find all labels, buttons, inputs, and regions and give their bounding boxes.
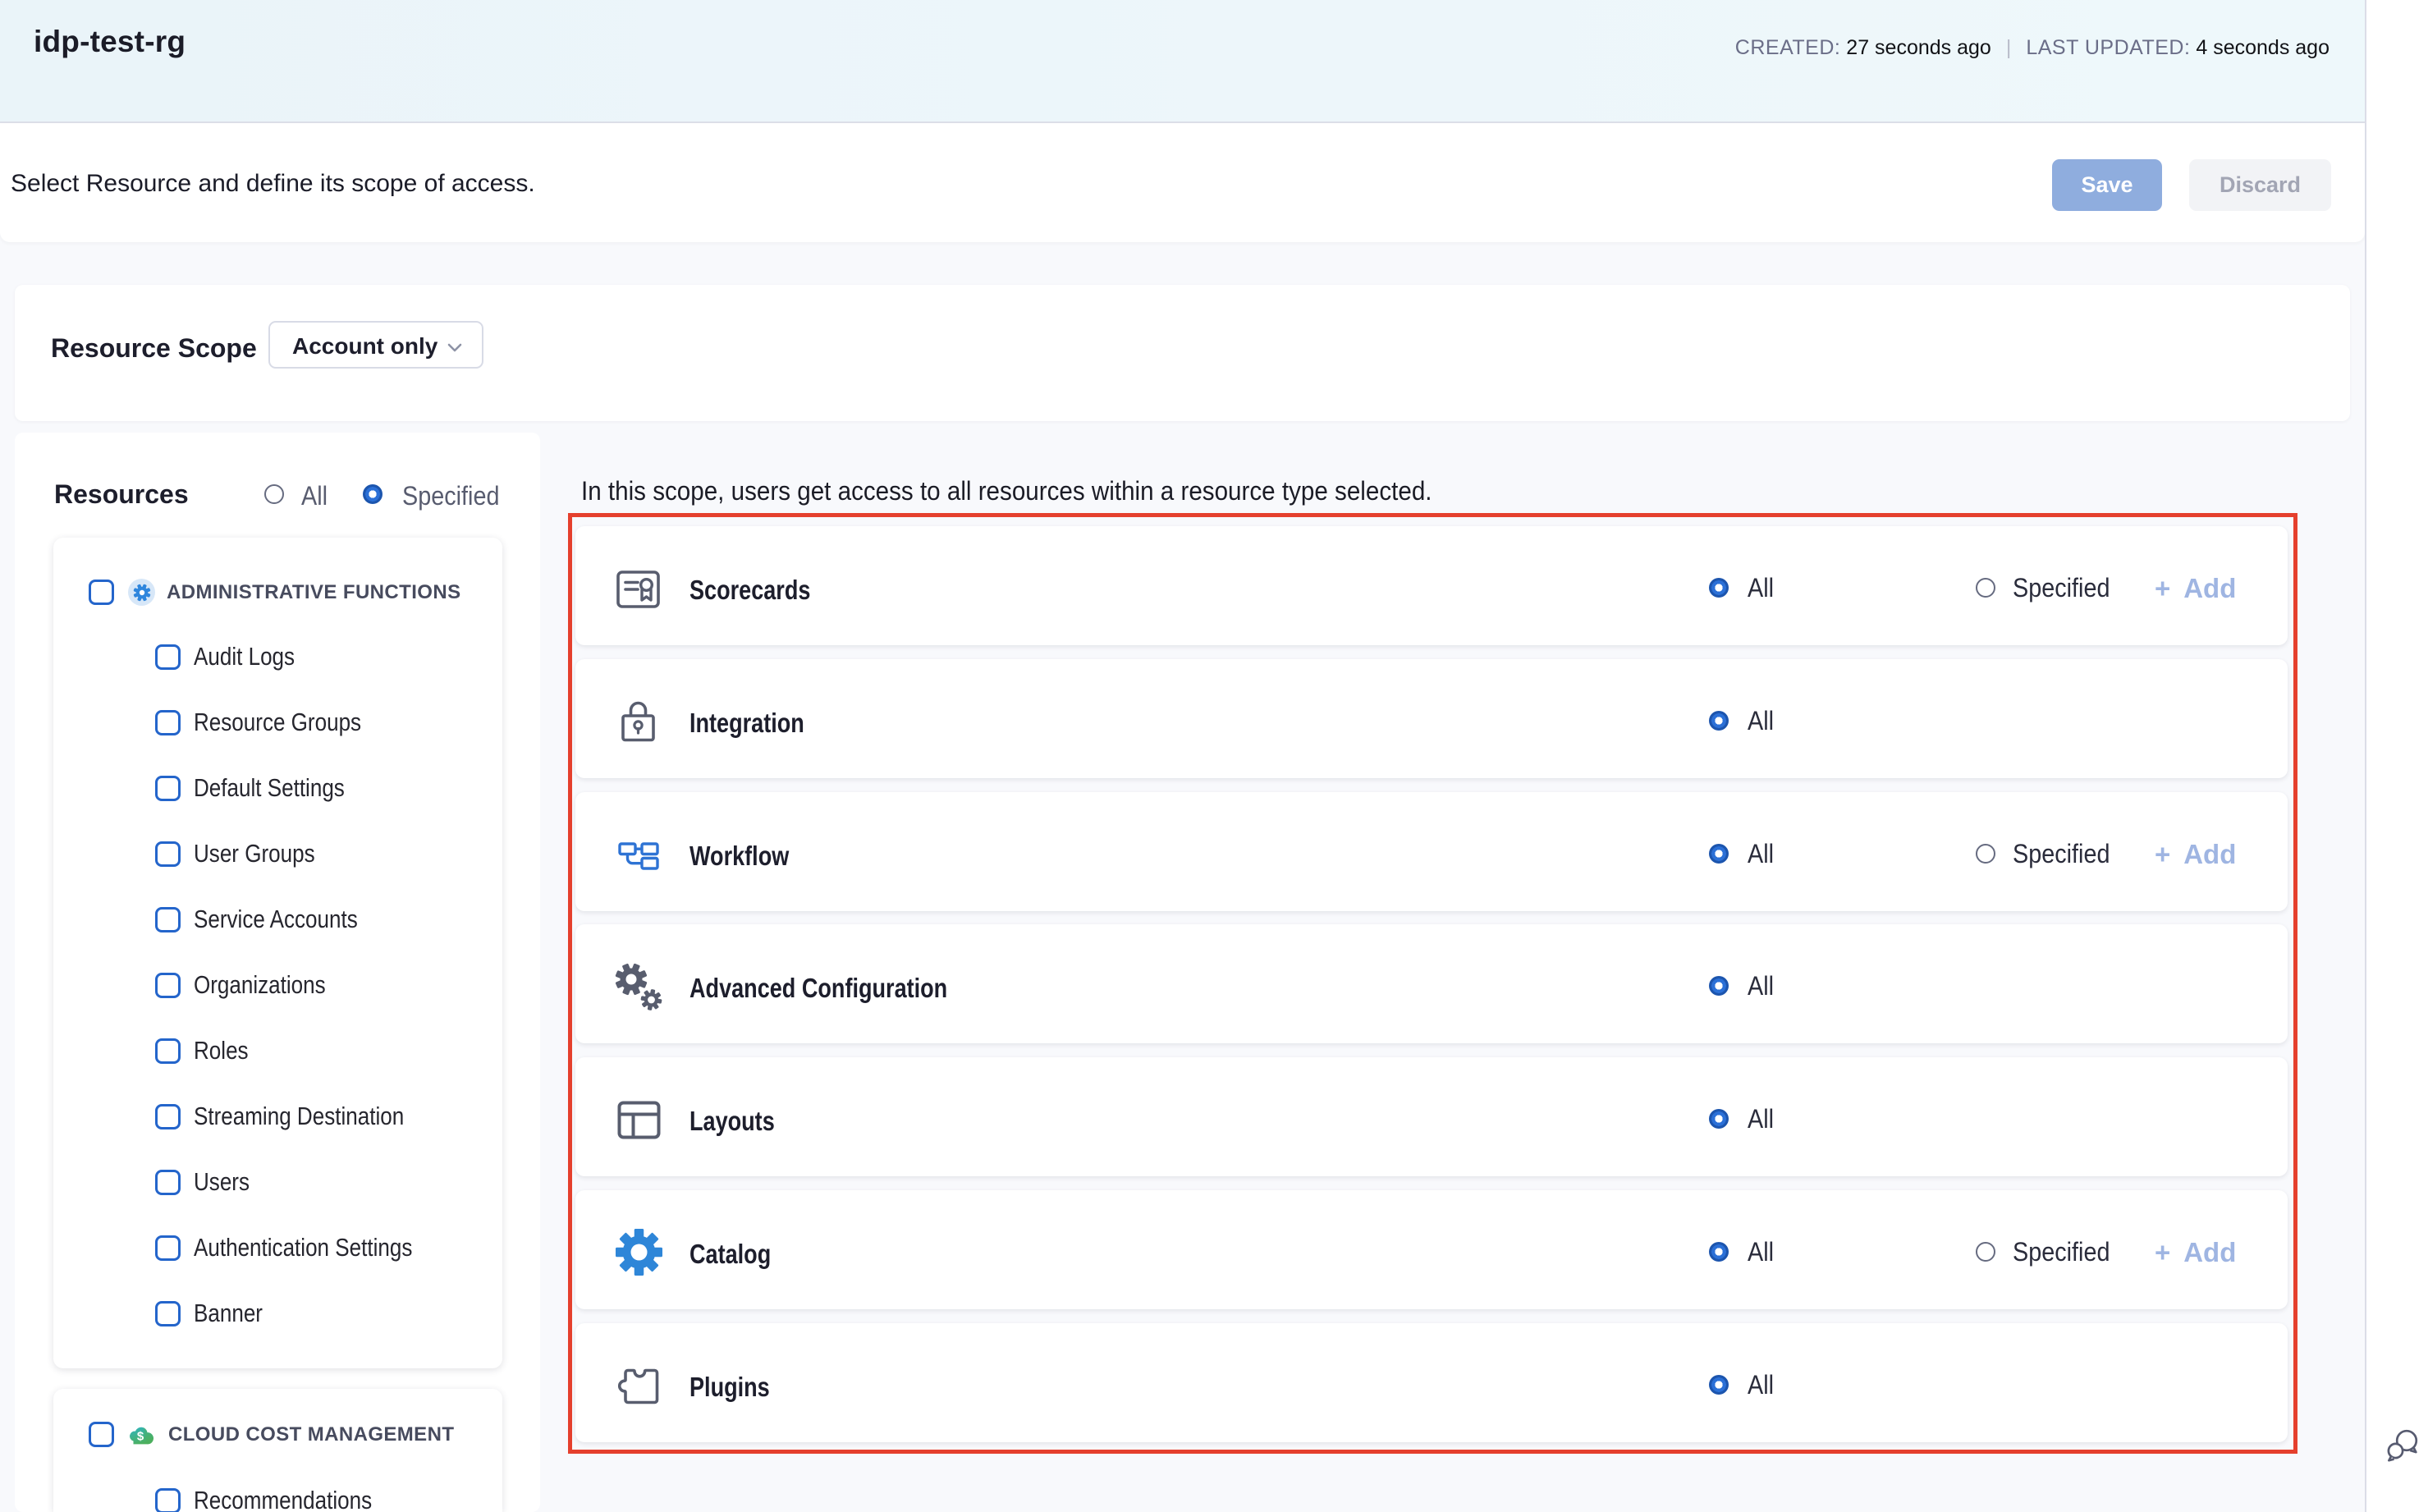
svg-text:$: $ — [137, 1430, 144, 1444]
